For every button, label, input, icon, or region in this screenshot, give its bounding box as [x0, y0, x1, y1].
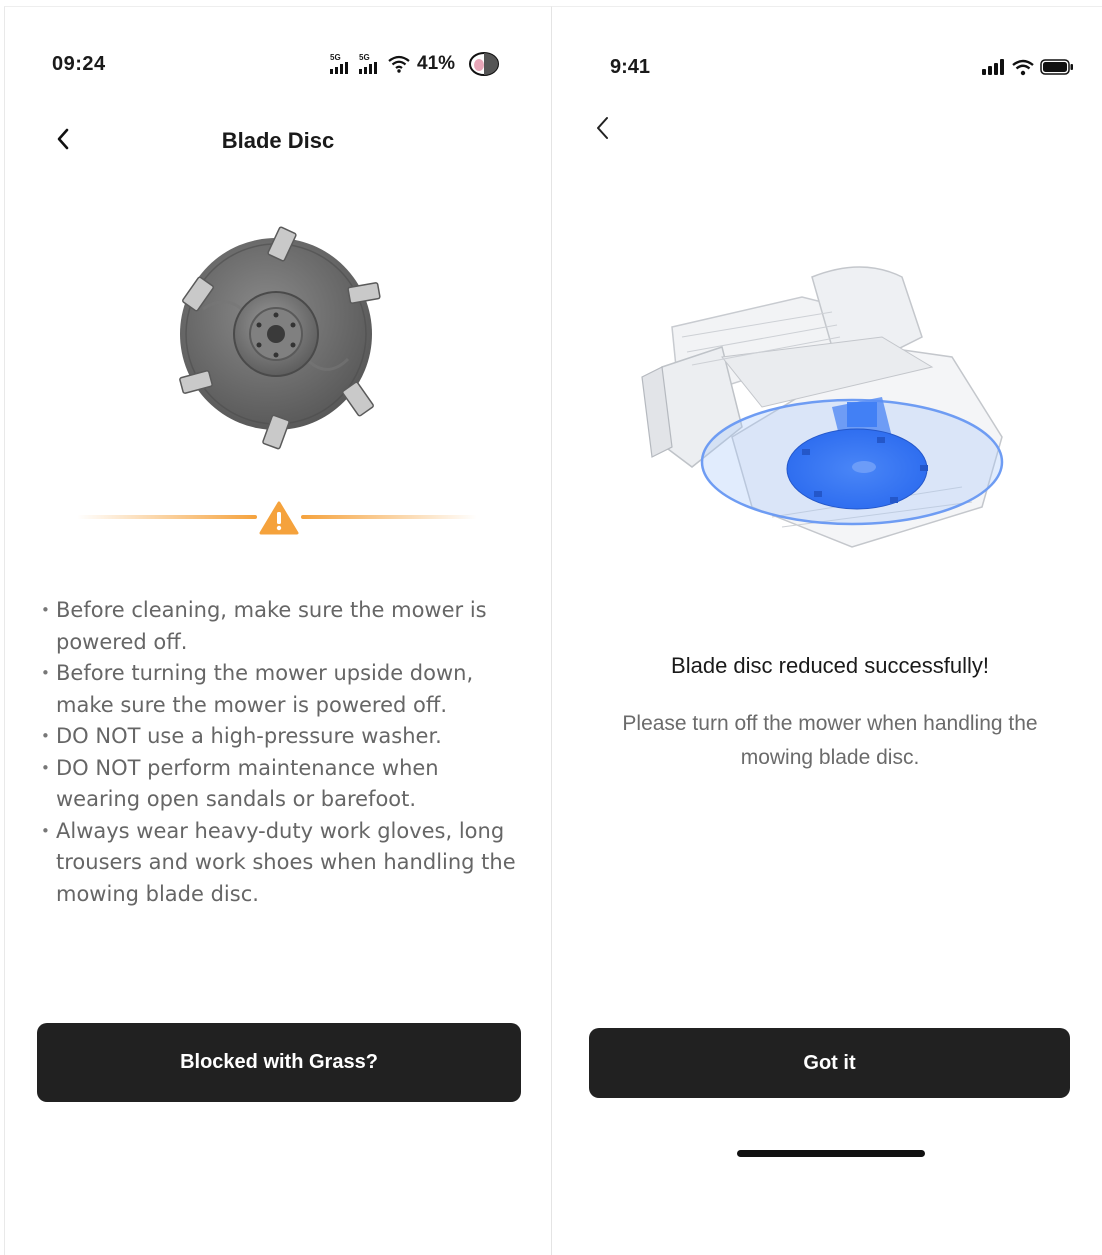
status-time: 09:24	[52, 53, 106, 75]
cellular-signal-icon	[982, 59, 1004, 75]
battery-status-icon	[469, 52, 500, 76]
home-indicator[interactable]	[737, 1150, 925, 1157]
blade-disc-illustration	[179, 226, 381, 450]
list-item: DO NOT use a high-pressure washer.	[41, 721, 523, 753]
signal-5g-icon: 5G	[330, 54, 354, 74]
list-item: Before cleaning, make sure the mower is …	[41, 595, 523, 658]
mower-blade-disc-illustration	[641, 266, 1004, 548]
battery-icon	[1040, 59, 1073, 75]
battery-percentage: 41%	[417, 53, 456, 74]
wifi-icon	[1012, 59, 1034, 75]
status-icons	[982, 57, 1074, 77]
status-icons: 5G 5G 41%	[330, 51, 502, 77]
warning-triangle-icon	[259, 501, 299, 535]
list-item: Always wear heavy-duty work gloves, long…	[41, 816, 523, 911]
back-button[interactable]	[588, 113, 618, 143]
page-title: Blade Disc	[221, 128, 335, 153]
blocked-with-grass-button[interactable]: Blocked with Grass?	[37, 1023, 521, 1102]
list-item: Before turning the mower upside down, ma…	[41, 658, 523, 721]
blade-disc-success-screen: 9:41 Blade disc reduced successfully! Pl…	[552, 6, 1102, 1255]
network-type-label: 5G	[330, 53, 341, 62]
warning-divider-left	[77, 515, 257, 519]
safety-tips-list: Before cleaning, make sure the mower is …	[41, 595, 523, 911]
wifi-icon	[388, 55, 410, 73]
network-type-label: 5G	[359, 53, 370, 62]
success-title: Blade disc reduced successfully!	[671, 653, 989, 678]
success-description: Please turn off the mower when handling …	[622, 712, 1038, 769]
chevron-left-icon	[597, 117, 608, 139]
signal-5g-icon: 5G	[359, 54, 383, 74]
list-item: DO NOT perform maintenance when wearing …	[41, 753, 523, 816]
warning-divider-right	[301, 515, 477, 519]
status-time: 9:41	[610, 56, 651, 78]
blade-disc-screen: 09:24 5G 5G 41% Blade Disc • Before clea…	[4, 6, 552, 1255]
got-it-button[interactable]: Got it	[589, 1028, 1070, 1098]
